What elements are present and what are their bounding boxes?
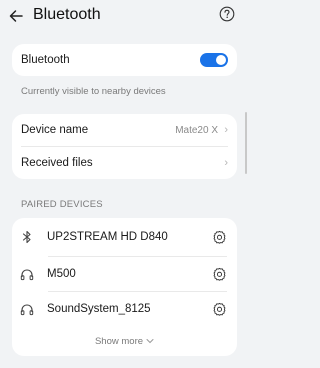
arrow-left-icon[interactable]: [8, 8, 24, 24]
chevron-down-icon: [146, 336, 154, 346]
device-name: SoundSystem_8125: [47, 303, 151, 315]
bluetooth-toggle-card: Bluetooth: [12, 44, 237, 76]
paired-devices-card: UP2STREAM HD D840 M500 SoundSystem_8125 …: [12, 218, 237, 356]
question-circle-icon[interactable]: [219, 6, 235, 22]
gear-icon[interactable]: [212, 267, 227, 282]
page-title: Bluetooth: [33, 6, 101, 23]
bluetooth-toggle[interactable]: [200, 53, 228, 67]
bluetooth-label: Bluetooth: [21, 54, 70, 66]
toggle-knob: [216, 55, 226, 65]
scrollbar[interactable]: [245, 112, 247, 174]
device-name: M500: [47, 268, 76, 280]
device-name: UP2STREAM HD D840: [47, 231, 168, 243]
device-info-card: Device name Mate20 X › Received files ›: [12, 114, 237, 179]
gear-icon[interactable]: [212, 302, 227, 317]
chevron-right-icon: ›: [224, 124, 228, 136]
bluetooth-icon: [20, 230, 34, 244]
headphones-icon: [20, 267, 34, 281]
show-more-button[interactable]: Show more: [12, 326, 237, 356]
device-name-value: Mate20 X: [175, 124, 218, 136]
headphones-icon: [20, 302, 34, 316]
received-files-label: Received files: [21, 157, 93, 169]
gear-icon[interactable]: [212, 230, 227, 245]
paired-device-row[interactable]: SoundSystem_8125: [12, 292, 237, 326]
top-bar: Bluetooth: [0, 0, 249, 36]
bluetooth-toggle-row[interactable]: Bluetooth: [12, 44, 237, 76]
paired-device-row[interactable]: M500: [12, 257, 237, 291]
show-more-label: Show more: [94, 335, 144, 347]
visibility-caption: Currently visible to nearby devices: [21, 86, 166, 97]
paired-devices-heading: PAIRED DEVICES: [21, 199, 103, 210]
chevron-right-icon: ›: [224, 157, 228, 169]
device-name-label: Device name: [21, 124, 89, 136]
paired-device-row[interactable]: UP2STREAM HD D840: [12, 218, 237, 256]
device-name-row[interactable]: Device name Mate20 X ›: [12, 114, 237, 146]
received-files-row[interactable]: Received files ›: [12, 147, 237, 179]
